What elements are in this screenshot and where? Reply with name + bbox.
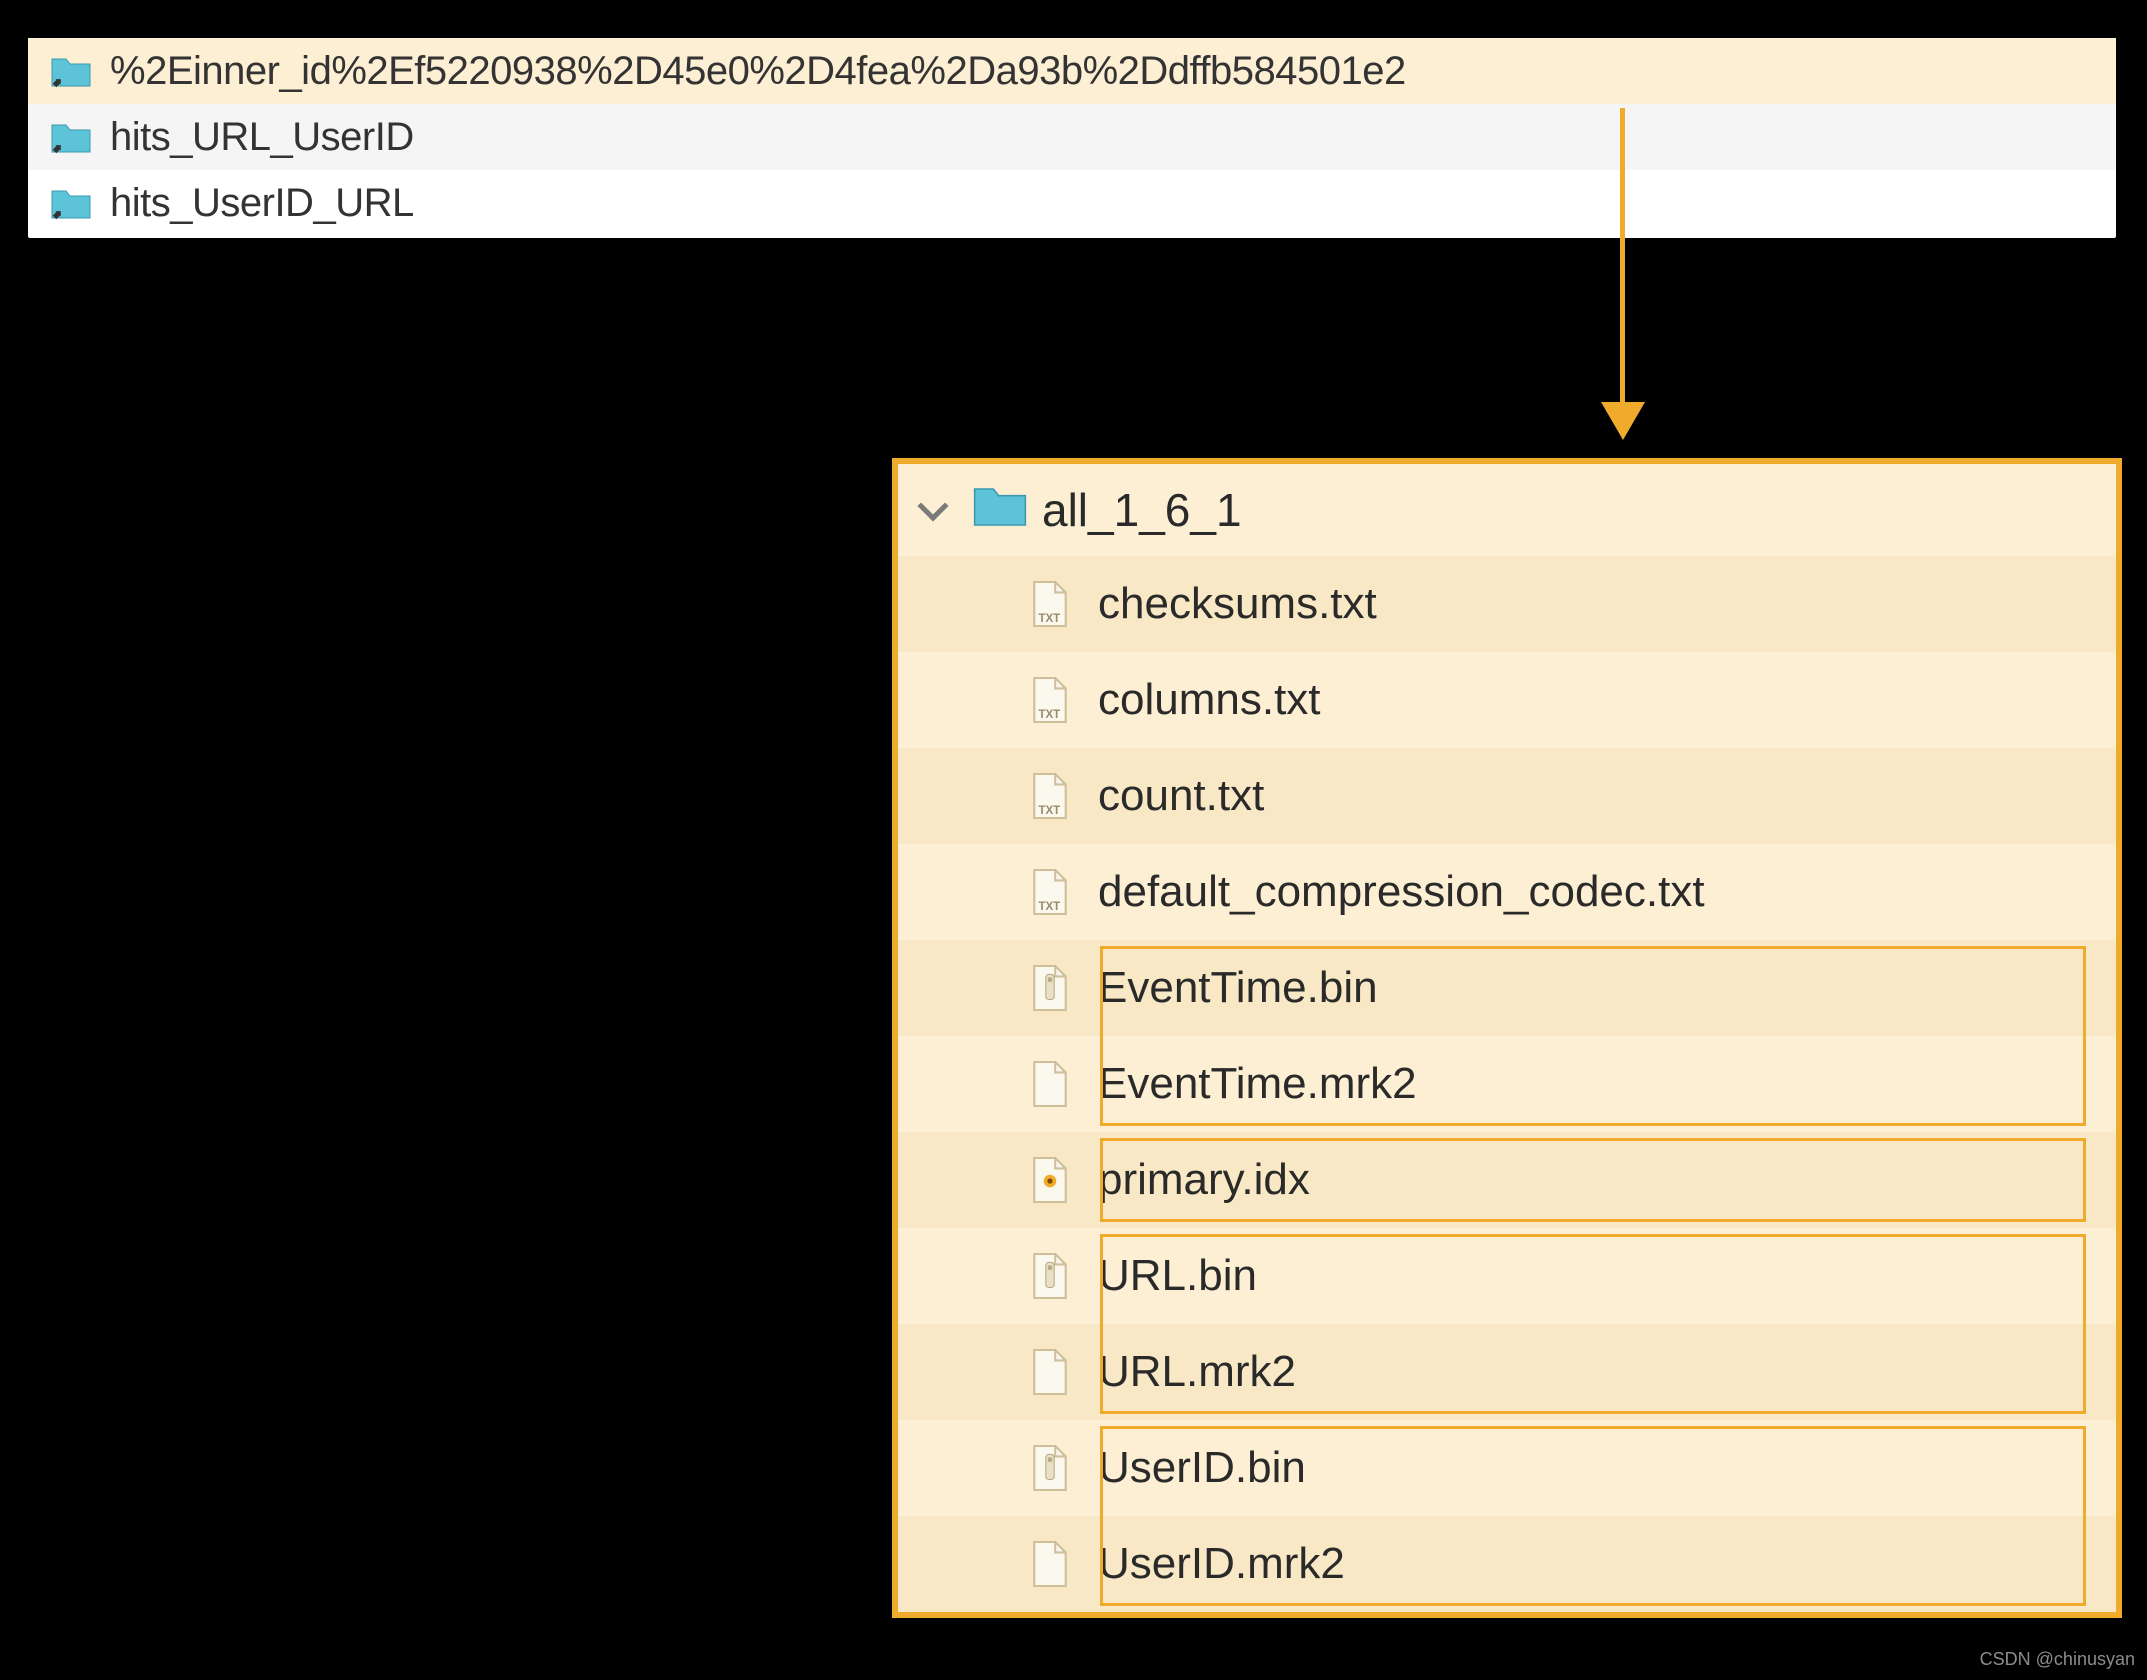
watermark-text: CSDN @chinusyan (1980, 1649, 2135, 1670)
file-row[interactable]: checksums.txt (898, 556, 2116, 652)
file-label: URL.bin (1098, 1251, 1257, 1301)
file-row[interactable]: EventTime.mrk2 (898, 1036, 2116, 1132)
txt-file-icon (898, 867, 1098, 917)
file-row[interactable]: URL.bin (898, 1228, 2116, 1324)
file-label: EventTime.mrk2 (1098, 1059, 1417, 1109)
file-label: count.txt (1098, 771, 1264, 821)
folder-shortcut-icon (28, 119, 110, 155)
file-row[interactable]: URL.mrk2 (898, 1324, 2116, 1420)
file-row[interactable]: EventTime.bin (898, 940, 2116, 1036)
folder-label: %2Einner_id%2Ef5220938%2D45e0%2D4fea%2Da… (110, 49, 1406, 94)
folder-row[interactable]: hits_UserID_URL (28, 170, 2116, 236)
chevron-down-icon (917, 490, 948, 521)
folder-shortcut-icon (28, 185, 110, 221)
file-label: columns.txt (1098, 675, 1321, 725)
idx-file-icon (898, 1155, 1098, 1205)
bin-file-icon (898, 1251, 1098, 1301)
file-label: default_compression_codec.txt (1098, 867, 1705, 917)
file-row[interactable]: UserID.mrk2 (898, 1516, 2116, 1612)
folder-label: hits_URL_UserID (110, 115, 414, 160)
file-rows: checksums.txt columns.txt count.txt default… (898, 556, 2116, 1612)
file-label: checksums.txt (1098, 579, 1377, 629)
folder-icon (972, 481, 1028, 540)
file-label: UserID.mrk2 (1098, 1539, 1345, 1589)
file-row[interactable]: default_compression_codec.txt (898, 844, 2116, 940)
txt-file-icon (898, 579, 1098, 629)
tree-folder-header[interactable]: all_1_6_1 (898, 464, 2116, 556)
folder-row[interactable]: hits_URL_UserID (28, 104, 2116, 170)
arrow-icon (1620, 108, 1625, 408)
folder-header-label: all_1_6_1 (1042, 483, 1242, 537)
file-icon (898, 1347, 1098, 1397)
file-row[interactable]: primary.idx (898, 1132, 2116, 1228)
file-row[interactable]: UserID.bin (898, 1420, 2116, 1516)
bin-file-icon (898, 963, 1098, 1013)
file-label: URL.mrk2 (1098, 1347, 1296, 1397)
bin-file-icon (898, 1443, 1098, 1493)
folder-label: hits_UserID_URL (110, 181, 414, 226)
top-folder-list: %2Einner_id%2Ef5220938%2D45e0%2D4fea%2Da… (28, 38, 2116, 238)
txt-file-icon (898, 675, 1098, 725)
txt-file-icon (898, 771, 1098, 821)
bottom-file-tree: all_1_6_1 checksums.txt columns.txt count.… (892, 458, 2122, 1618)
file-label: primary.idx (1098, 1155, 1310, 1205)
arrow-head-icon (1601, 402, 1645, 440)
file-row[interactable]: columns.txt (898, 652, 2116, 748)
file-icon (898, 1539, 1098, 1589)
folder-shortcut-icon (28, 53, 110, 89)
file-label: UserID.bin (1098, 1443, 1306, 1493)
file-icon (898, 1059, 1098, 1109)
folder-row[interactable]: %2Einner_id%2Ef5220938%2D45e0%2D4fea%2Da… (28, 38, 2116, 104)
file-row[interactable]: count.txt (898, 748, 2116, 844)
file-label: EventTime.bin (1098, 963, 1378, 1013)
